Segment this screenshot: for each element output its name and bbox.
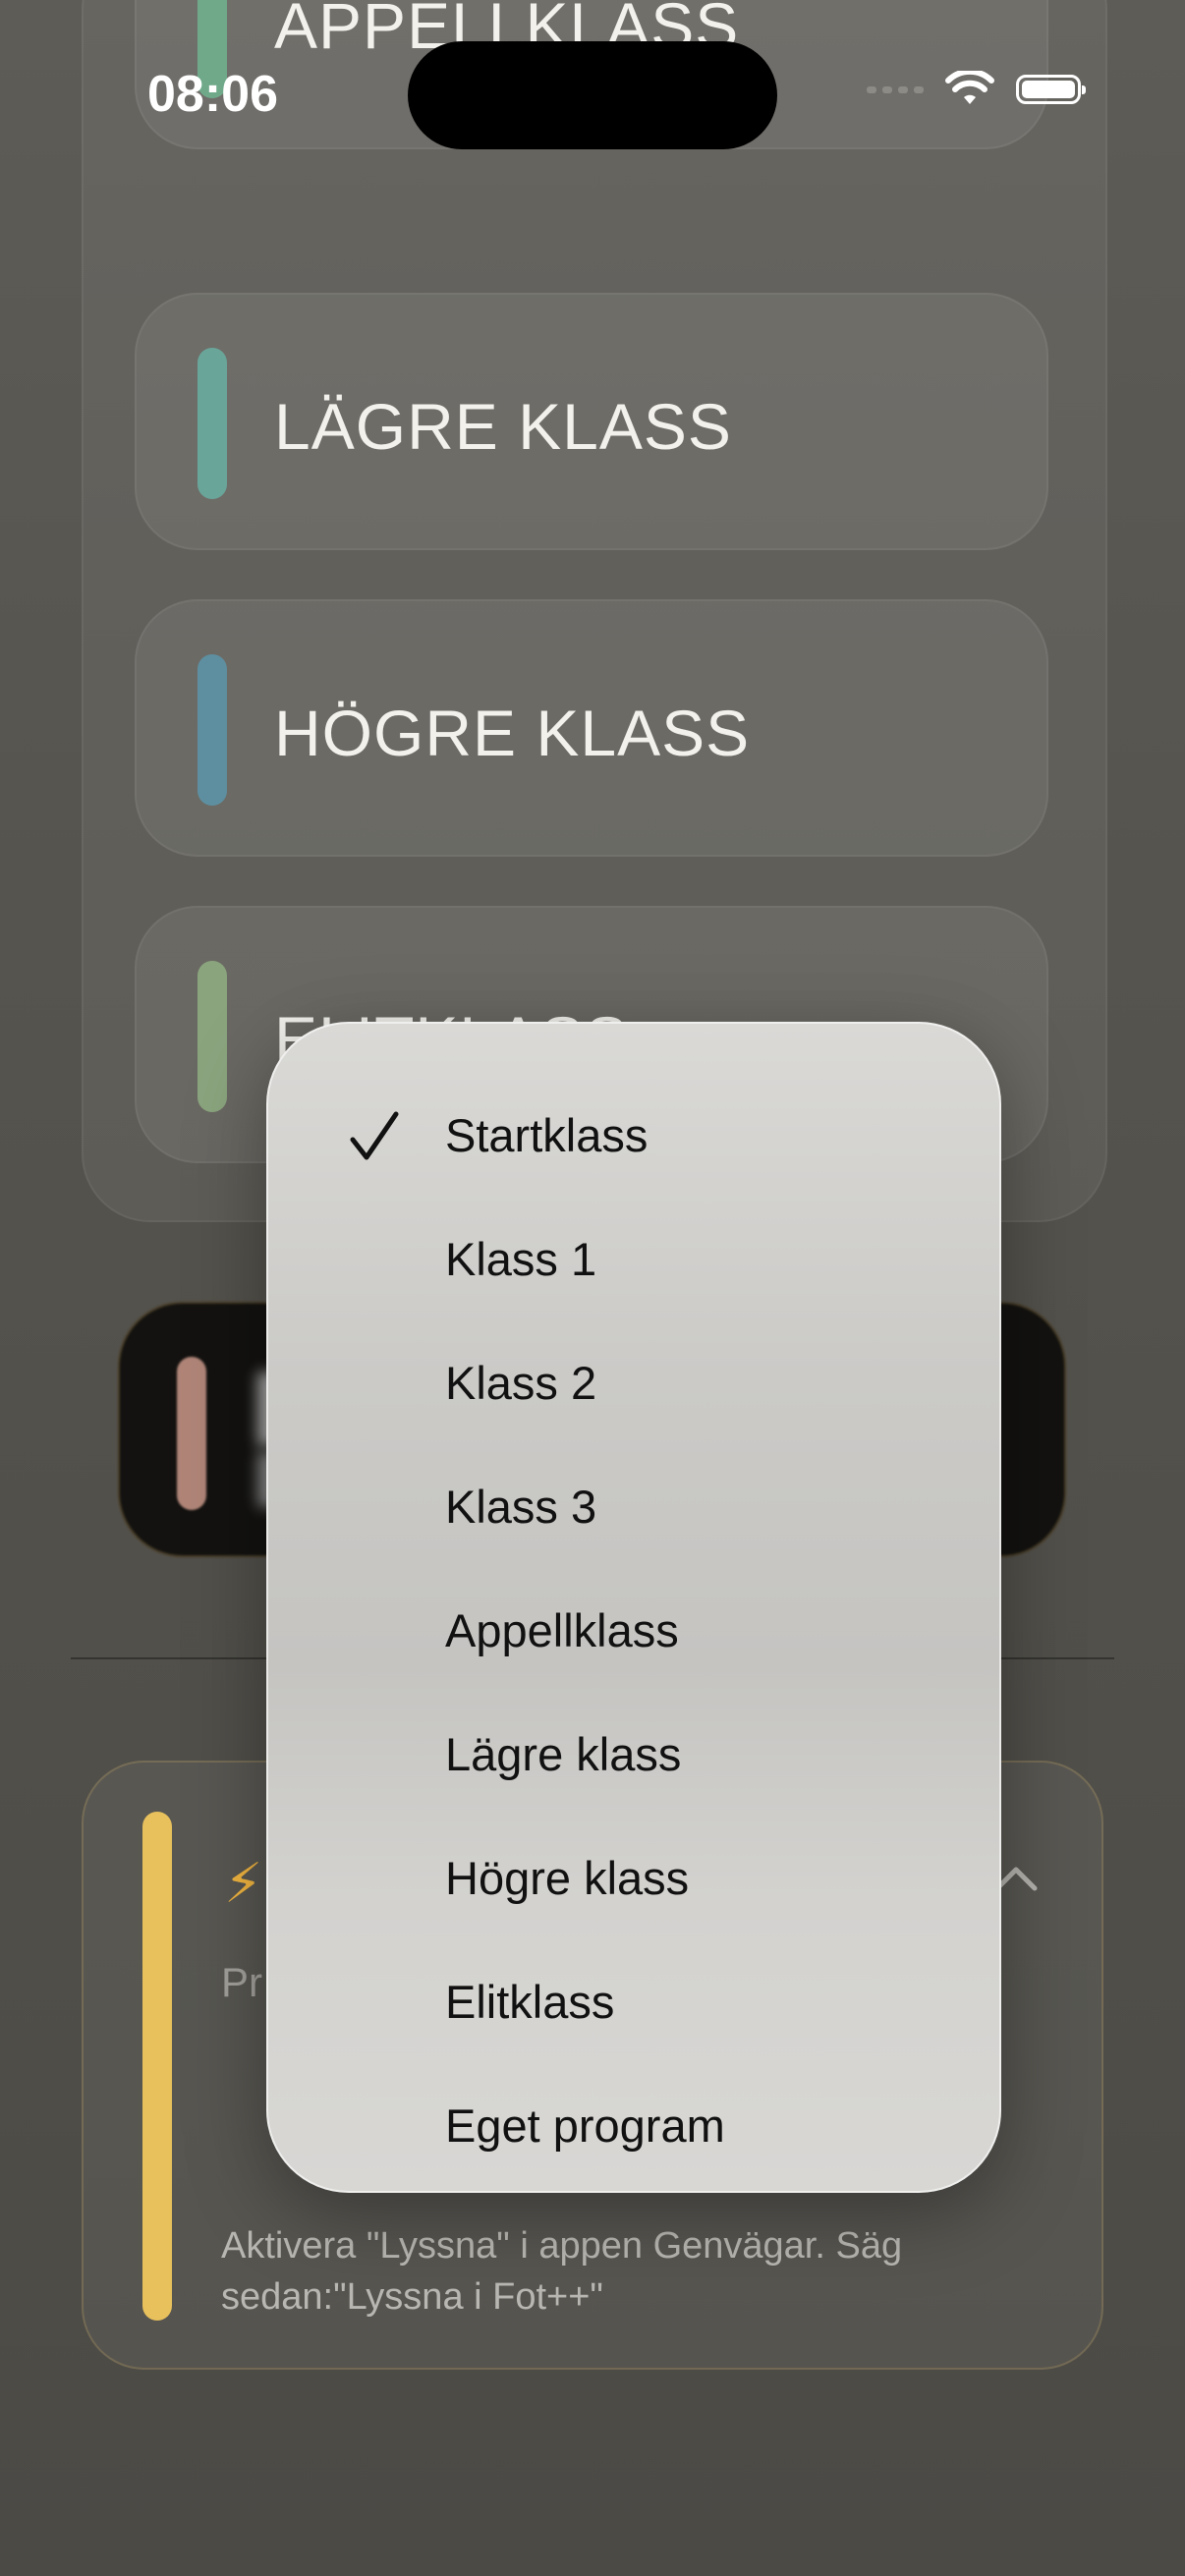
cellular-signal-icon: [867, 85, 924, 93]
class-color-bar: [198, 961, 227, 1112]
menu-item-startklass[interactable]: Startklass: [268, 1073, 999, 1197]
dynamic-island: [408, 41, 777, 149]
menu-item-klass-3[interactable]: Klass 3: [268, 1444, 999, 1568]
menu-item-appellklass[interactable]: Appellklass: [268, 1568, 999, 1692]
menu-item-label: Startklass: [445, 1108, 649, 1161]
menu-item-elitklass[interactable]: Elitklass: [268, 1939, 999, 2063]
class-card-title: HÖGRE KLASS: [274, 697, 751, 769]
status-icons: [867, 71, 1086, 108]
menu-item-label: Eget program: [445, 2099, 725, 2152]
menu-item-label: Appellklass: [445, 1603, 679, 1656]
class-picker-menu: Startklass Klass 1 Klass 2 Klass 3 Appel…: [266, 1022, 1001, 2193]
menu-item-klass-1[interactable]: Klass 1: [268, 1197, 999, 1320]
menu-item-lagre-klass[interactable]: Lägre klass: [268, 1692, 999, 1816]
info-color-bar: [142, 1812, 172, 2321]
menu-item-label: Lägre klass: [445, 1727, 682, 1780]
info-label-partial: Pr: [221, 1959, 262, 2005]
menu-item-label: Elitklass: [445, 1975, 615, 2028]
class-color-bar: [198, 348, 227, 499]
class-color-bar: [198, 654, 227, 806]
menu-item-klass-2[interactable]: Klass 2: [268, 1320, 999, 1444]
bolt-icon: ⚡: [224, 1852, 263, 1914]
menu-item-label: Klass 1: [445, 1232, 597, 1285]
menu-item-label: Högre klass: [445, 1851, 690, 1904]
wifi-icon: [945, 71, 994, 104]
class-card-title: LÄGRE KLASS: [274, 390, 732, 463]
checkmark-icon: [350, 1111, 399, 1160]
menu-item-label: Klass 2: [445, 1356, 597, 1409]
status-time: 08:06: [147, 66, 278, 123]
class-card-hogre-klass[interactable]: HÖGRE KLASS: [135, 599, 1048, 857]
menu-item-eget-program[interactable]: Eget program: [268, 2063, 999, 2187]
status-bar: 08:06: [0, 0, 1185, 196]
menu-item-hogre-klass[interactable]: Högre klass: [268, 1816, 999, 1939]
info-instruction-text: Aktivera "Lyssna" i appen Genvägar. Säg …: [221, 2225, 903, 2318]
program-color-bar: [177, 1357, 206, 1510]
battery-icon: [1016, 75, 1086, 104]
menu-item-label: Klass 3: [445, 1480, 597, 1533]
class-card-lagre-klass[interactable]: LÄGRE KLASS: [135, 293, 1048, 550]
